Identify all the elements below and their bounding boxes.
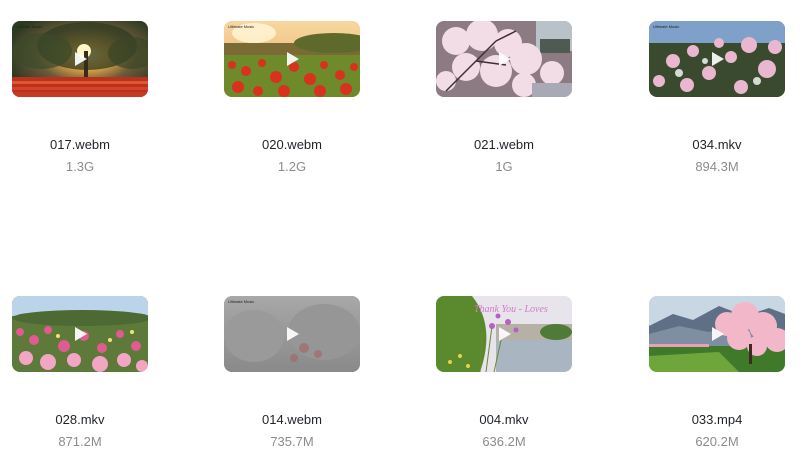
- video-file-size: 1.3G: [65, 159, 95, 174]
- video-file-size: 620.2M: [695, 434, 739, 449]
- play-icon[interactable]: [495, 325, 513, 343]
- play-icon[interactable]: [283, 325, 301, 343]
- play-icon[interactable]: [71, 325, 89, 343]
- video-file-size: 735.7M: [270, 434, 314, 449]
- video-file-name: 004.mkv: [479, 412, 529, 427]
- video-tile[interactable]: 028.mkv 871.2M: [12, 296, 148, 456]
- video-tile[interactable]: 021.webm 1G: [436, 21, 572, 181]
- video-thumbnail[interactable]: [436, 21, 572, 97]
- video-grid: Ultimate Music 017.webm 1.3G Ultimate Mu…: [0, 0, 800, 457]
- video-file-name: 028.mkv: [55, 412, 105, 427]
- video-thumbnail[interactable]: [12, 296, 148, 372]
- video-thumbnail[interactable]: Ultimate Music: [649, 21, 785, 97]
- video-tile[interactable]: Ultimate Music 034.mkv 894.3M: [649, 21, 785, 181]
- thumbnail-watermark: Ultimate Music: [16, 24, 43, 29]
- video-tile[interactable]: Thank You - Loves 004.mkv 636.2M: [436, 296, 572, 456]
- play-icon[interactable]: [71, 50, 89, 68]
- video-tile[interactable]: 033.mp4 620.2M: [649, 296, 785, 456]
- video-file-name: 034.mkv: [692, 137, 742, 152]
- video-file-size: 1.2G: [277, 159, 307, 174]
- video-thumbnail[interactable]: [649, 296, 785, 372]
- video-file-size: 636.2M: [482, 434, 526, 449]
- video-file-name: 033.mp4: [691, 412, 743, 427]
- thumbnail-watermark: Ultimate Music: [653, 24, 680, 29]
- thumbnail-watermark: Thank You - Loves: [474, 304, 548, 315]
- video-file-name: 021.webm: [474, 137, 534, 152]
- video-file-size: 1G: [495, 159, 513, 174]
- play-icon[interactable]: [283, 50, 301, 68]
- video-thumbnail[interactable]: Ultimate Music: [12, 21, 148, 97]
- video-file-name: 017.webm: [50, 137, 110, 152]
- video-file-name: 014.webm: [262, 412, 322, 427]
- play-icon[interactable]: [495, 50, 513, 68]
- video-file-size: 894.3M: [695, 159, 739, 174]
- thumbnail-watermark: Ultimate Music: [228, 24, 255, 29]
- video-thumbnail[interactable]: Ultimate Music: [224, 21, 360, 97]
- video-thumbnail[interactable]: Ultimate Music: [224, 296, 360, 372]
- video-file-name: 020.webm: [262, 137, 322, 152]
- thumbnail-watermark: Ultimate Music: [228, 299, 255, 304]
- video-tile[interactable]: Ultimate Music 017.webm 1.3G: [12, 21, 148, 181]
- video-tile[interactable]: Ultimate Music 020.webm 1.2G: [224, 21, 360, 181]
- play-icon[interactable]: [708, 325, 726, 343]
- video-thumbnail[interactable]: Thank You - Loves: [436, 296, 572, 372]
- video-file-size: 871.2M: [58, 434, 102, 449]
- video-tile[interactable]: Ultimate Music 014.webm 735.7M: [224, 296, 360, 456]
- play-icon[interactable]: [708, 50, 726, 68]
